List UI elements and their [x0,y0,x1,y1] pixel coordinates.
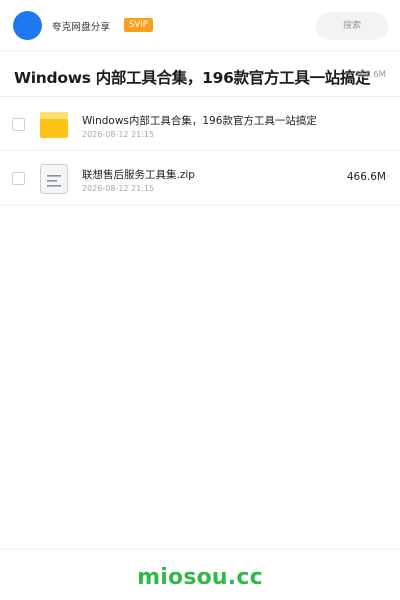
file-name[interactable]: Windows内部工具合集，196款官方工具一站搞定 [82,113,317,128]
share-header: Windows 内部工具合集，196款官方工具一站搞定 466.6M [0,52,400,97]
footer: miosou.cc [0,548,400,600]
avatar[interactable] [13,11,42,40]
list-item[interactable]: Windows内部工具合集，196款官方工具一站搞定 2026-08-12 21… [0,97,400,151]
list-item[interactable]: 联想售后服务工具集.zip 2026-08-12 21:15 466.6M [0,151,400,205]
share-total-size: 466.6M [349,70,386,80]
share-title: Windows 内部工具合集，196款官方工具一站搞定 [14,69,371,87]
select-checkbox[interactable] [12,118,25,131]
site-brand[interactable]: miosou.cc [0,565,400,590]
app-name: 夸克网盘分享 [52,22,111,33]
file-size: 466.6M [346,171,386,183]
folder-icon [40,112,68,138]
file-date: 2026-08-12 21:15 [82,130,155,139]
file-date: 2026-08-12 21:15 [82,184,155,193]
search-button[interactable]: 搜索 [316,12,388,40]
select-checkbox[interactable] [12,172,25,185]
top-bar: 夸克网盘分享 SVIP 搜索 [0,0,400,52]
file-name[interactable]: 联想售后服务工具集.zip [82,167,195,182]
zip-file-icon [40,164,68,194]
svip-badge: SVIP [124,18,153,32]
